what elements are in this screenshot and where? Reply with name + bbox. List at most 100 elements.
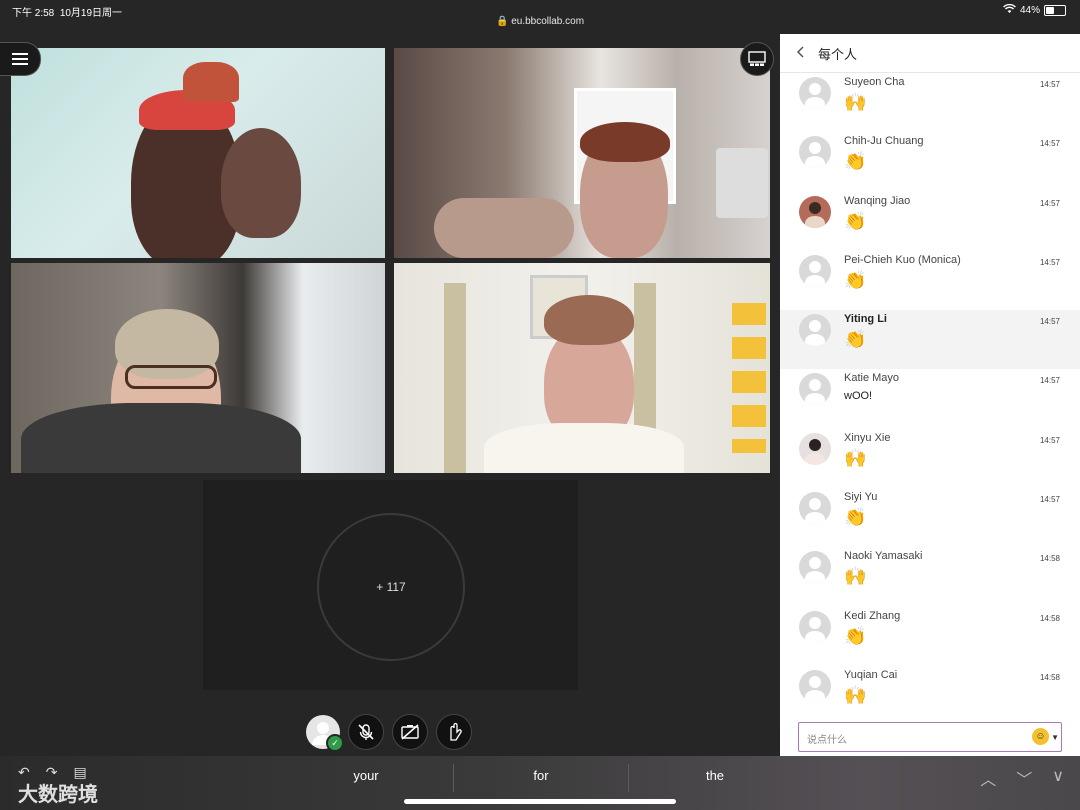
waving-hand	[221, 128, 301, 238]
sender-name: Katie Mayo	[844, 372, 900, 385]
more-participants-count: + 117	[317, 513, 465, 661]
user-avatar	[799, 669, 831, 702]
battery-icon	[1044, 5, 1066, 16]
chevron-down-icon[interactable]: ▼	[1051, 733, 1059, 742]
chat-panel: 每个人 Suyeon Cha 14:57 🙌 Chih-Ju Chuang 14…	[780, 34, 1080, 756]
chat-message: Xinyu Xie 14:57 🙌	[780, 429, 1080, 488]
back-chevron-icon[interactable]	[796, 45, 810, 61]
session-controls: ✓	[306, 714, 472, 752]
raise-hand-button[interactable]	[436, 714, 472, 750]
video-tile[interactable]	[11, 263, 385, 473]
user-avatar	[799, 610, 831, 643]
user-avatar	[799, 492, 831, 525]
url-text: eu.bbcollab.com	[511, 16, 585, 27]
chat-message: Yuqian Cai 14:58 🙌	[780, 666, 1080, 711]
raise-hand-icon	[450, 722, 462, 741]
message-time: 14:57	[1039, 317, 1060, 327]
user-avatar	[799, 136, 831, 169]
clapping-emoji: 👏	[844, 329, 867, 350]
message-time: 14:57	[1039, 198, 1060, 208]
column-left	[444, 283, 466, 473]
user-avatar	[799, 314, 831, 347]
chevron-up-icon[interactable]: ︿	[980, 766, 996, 790]
watermark-logo: 大数跨境	[18, 784, 98, 806]
raising-hands-emoji: 🙌	[844, 566, 867, 587]
chat-message: Pei-Chieh Kuo (Monica) 14:57 👏	[780, 251, 1080, 310]
camera-button[interactable]	[392, 714, 428, 750]
sender-name: Naoki Yamasaki	[844, 550, 923, 563]
suggestion-word[interactable]: for	[481, 768, 601, 783]
sweater	[21, 403, 301, 473]
microphone-button[interactable]	[348, 714, 384, 750]
sender-name: Siyi Yu	[844, 491, 878, 504]
message-time: 14:58	[1039, 672, 1060, 682]
message-time: 14:57	[1039, 495, 1060, 505]
chat-message: Katie Mayo 14:57 wOO!	[780, 369, 1080, 428]
chevron-down-icon[interactable]: ﹀	[1016, 766, 1032, 790]
message-text: wOO!	[844, 390, 873, 403]
clapping-emoji: 👏	[844, 507, 867, 528]
message-time: 14:57	[1039, 257, 1060, 267]
menu-button[interactable]	[0, 42, 41, 76]
my-status-button[interactable]: ✓	[306, 715, 344, 752]
status-indicators: 44%	[1003, 3, 1066, 17]
user-avatar	[799, 373, 831, 406]
clapping-emoji: 👏	[844, 625, 867, 646]
user-avatar	[799, 432, 831, 465]
check-icon: ✓	[326, 734, 344, 752]
divider	[453, 764, 454, 792]
message-time: 14:57	[1039, 139, 1060, 149]
sender-name: Suyeon Cha	[844, 76, 905, 88]
chat-message: Suyeon Cha 14:57 🙌	[780, 73, 1080, 132]
grid-view-icon	[748, 51, 766, 66]
message-time: 14:57	[1039, 435, 1060, 445]
suggestion-word[interactable]: the	[655, 768, 775, 783]
raising-hands-emoji: 🙌	[844, 684, 867, 705]
sticky-notes	[732, 303, 766, 453]
sender-name: Pei-Chieh Kuo (Monica)	[844, 253, 961, 266]
battery-percent: 44%	[1019, 5, 1040, 16]
video-tile[interactable]	[11, 48, 385, 258]
keyboard-nav: ︿ ﹀ ∨	[980, 766, 1064, 790]
user-avatar	[799, 254, 831, 287]
user-avatar	[799, 77, 831, 109]
video-tile[interactable]	[394, 263, 770, 473]
chat-message: Naoki Yamasaki 14:58 🙌	[780, 547, 1080, 606]
clapping-emoji: 👏	[844, 151, 867, 172]
raising-hands-emoji: 🙌	[844, 92, 867, 112]
sender-name: Xinyu Xie	[844, 431, 891, 444]
camera-off-icon	[401, 724, 419, 740]
hair	[580, 122, 670, 162]
keyboard-suggestion-bar: ↶ ↷ ▤ 大数跨境 your for the ︿ ﹀ ∨	[0, 756, 1080, 810]
chat-input[interactable]: 说点什么 ☺ ▼	[798, 722, 1062, 752]
arm	[434, 198, 574, 258]
layout-toggle-button[interactable]	[740, 42, 774, 76]
sender-name: Yuqian Cai	[844, 668, 898, 681]
chat-message: Wanqing Jiao 14:57 👏	[780, 192, 1080, 251]
home-indicator[interactable]	[404, 799, 676, 804]
video-stage: + 117 ✓	[0, 34, 780, 756]
shirt	[484, 423, 684, 473]
sender-name: Wanqing Jiao	[844, 194, 911, 207]
wifi-icon	[1003, 3, 1016, 17]
washing-machine	[716, 148, 768, 218]
chat-message-list[interactable]: Suyeon Cha 14:57 🙌 Chih-Ju Chuang 14:57 …	[780, 73, 1080, 711]
more-participants-tile[interactable]: + 117	[203, 480, 578, 690]
video-tile[interactable]	[394, 48, 770, 258]
mic-off-icon	[358, 724, 374, 740]
message-time: 14:58	[1039, 613, 1060, 623]
emoji-picker-icon[interactable]: ☺	[1032, 728, 1049, 745]
chat-title: 每个人	[818, 46, 858, 62]
dismiss-keyboard-icon[interactable]: ∨	[1052, 766, 1064, 790]
user-avatar	[799, 551, 831, 584]
chat-input-placeholder: 说点什么	[807, 735, 847, 746]
chat-header: 每个人	[780, 34, 1080, 73]
address-bar[interactable]: 🔒 eu.bbcollab.com	[0, 16, 1080, 27]
chat-message: Siyi Yu 14:57 👏	[780, 488, 1080, 547]
status-bar: 下午 2:58 10月19日周一 🔒 eu.bbcollab.com 44%	[0, 0, 1080, 34]
lamp-shade	[183, 62, 239, 102]
chat-message: Yiting Li 14:57 👏	[780, 310, 1080, 370]
suggestion-word[interactable]: your	[306, 768, 426, 783]
clapping-emoji: 👏	[844, 210, 867, 231]
divider	[628, 764, 629, 792]
